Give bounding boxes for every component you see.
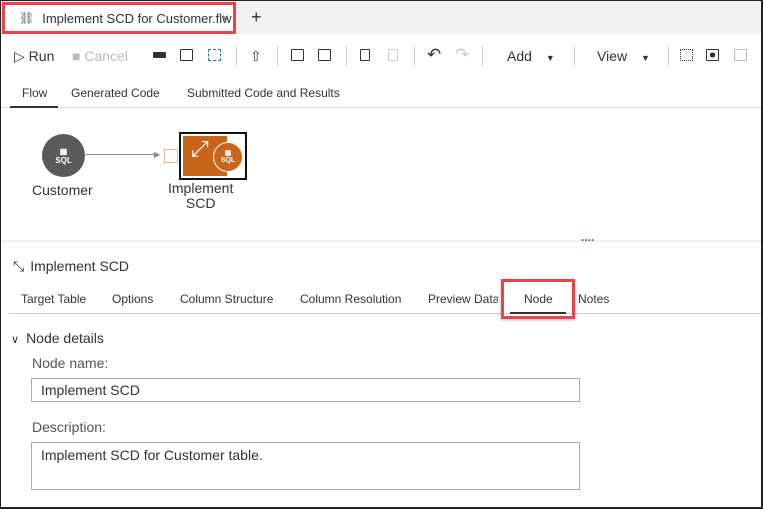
window-frame [0, 0, 763, 509]
